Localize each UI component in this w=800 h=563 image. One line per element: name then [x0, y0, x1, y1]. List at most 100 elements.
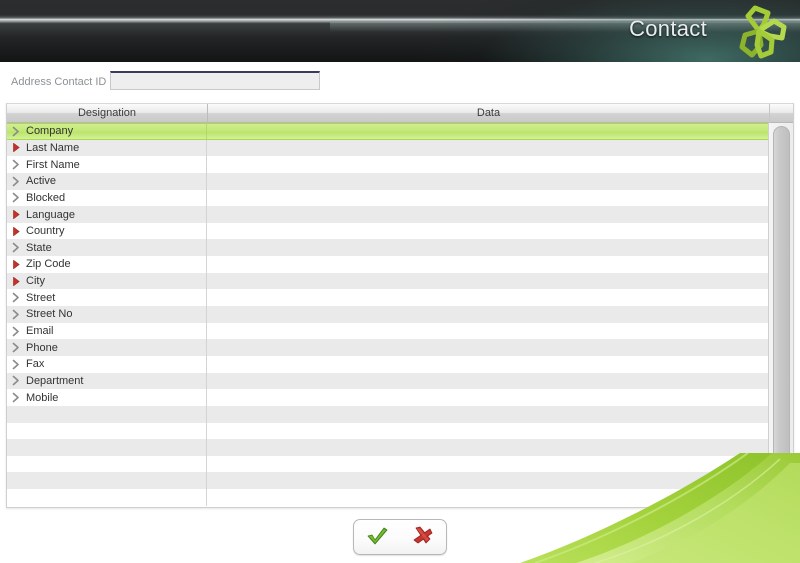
cell-designation[interactable]: First Name [7, 156, 207, 173]
red-triangle-icon [11, 226, 22, 237]
cell-data[interactable] [207, 273, 777, 290]
cell-data[interactable] [207, 156, 777, 173]
table-row[interactable]: Mobile [7, 388, 793, 406]
cell-data[interactable] [207, 223, 777, 240]
grid-vertical-scrollbar[interactable] [768, 123, 793, 506]
cell-designation[interactable]: Country [7, 222, 207, 240]
table-row[interactable]: Blocked [7, 188, 793, 207]
cell-designation[interactable]: Mobile [7, 389, 207, 406]
green-check-icon [365, 526, 389, 549]
cell-data[interactable] [207, 339, 777, 356]
table-row-empty[interactable] [7, 455, 793, 473]
cell-designation[interactable] [7, 439, 207, 456]
cell-designation[interactable]: Phone [7, 339, 207, 356]
cell-data[interactable] [207, 206, 777, 223]
cell-designation[interactable]: Last Name [7, 139, 207, 157]
cell-data[interactable] [207, 439, 777, 456]
cell-data[interactable] [207, 373, 777, 390]
cell-data[interactable] [207, 306, 777, 323]
table-row-empty[interactable] [7, 422, 793, 440]
designation-label: Mobile [26, 391, 59, 404]
cell-designation[interactable]: Department [7, 372, 207, 390]
table-row-empty[interactable] [7, 489, 793, 506]
cell-designation[interactable]: Street No [7, 306, 207, 323]
cell-designation[interactable]: Active [7, 172, 207, 190]
cell-designation[interactable]: State [7, 239, 207, 257]
designation-label: Fax [26, 358, 45, 371]
cell-designation[interactable] [7, 422, 207, 440]
designation-label: City [26, 275, 45, 288]
cell-data[interactable] [207, 389, 777, 406]
cell-designation[interactable] [7, 489, 207, 506]
table-row[interactable]: City [7, 272, 793, 290]
designation-label: Zip Code [26, 258, 71, 271]
cell-data[interactable] [207, 256, 777, 273]
cell-data[interactable] [207, 173, 777, 190]
cell-designation[interactable]: Zip Code [7, 256, 207, 273]
cell-data[interactable] [207, 323, 777, 340]
chevron-right-icon [11, 326, 22, 337]
table-row[interactable]: Street [7, 288, 793, 307]
address-contact-id-label: Address Contact ID [11, 76, 107, 88]
table-row-empty[interactable] [7, 472, 793, 490]
table-row[interactable]: First Name [7, 155, 793, 173]
red-triangle-icon [11, 259, 22, 270]
cell-designation[interactable]: Company [7, 124, 207, 139]
chevron-right-icon [11, 176, 22, 187]
cell-designation[interactable]: Language [7, 206, 207, 223]
address-contact-id-input[interactable] [110, 71, 320, 90]
designation-label: Language [26, 208, 75, 221]
table-row[interactable]: Zip Code [7, 255, 793, 273]
cell-data[interactable] [207, 289, 777, 306]
confirm-button[interactable] [360, 523, 394, 551]
chevron-right-icon [11, 292, 22, 303]
cell-designation[interactable]: Email [7, 322, 207, 340]
chevron-right-icon [11, 192, 22, 203]
table-row[interactable]: Country [7, 222, 793, 240]
table-row[interactable]: Last Name [7, 138, 793, 157]
cell-designation[interactable]: Blocked [7, 189, 207, 207]
cell-designation[interactable] [7, 472, 207, 490]
cell-designation[interactable]: City [7, 272, 207, 290]
cell-data[interactable] [207, 356, 777, 373]
cell-data[interactable] [207, 140, 777, 157]
table-row[interactable]: Fax [7, 355, 793, 373]
cell-designation[interactable]: Fax [7, 355, 207, 373]
table-row[interactable]: Company [7, 123, 793, 140]
cell-data[interactable] [207, 472, 777, 489]
cell-data[interactable] [207, 489, 777, 506]
table-row[interactable]: Email [7, 322, 793, 340]
cell-data[interactable] [207, 456, 777, 473]
designation-label: Street No [26, 308, 73, 321]
scroll-thumb[interactable] [773, 126, 790, 498]
cell-data[interactable] [207, 423, 777, 440]
red-triangle-icon [11, 142, 22, 153]
cell-designation[interactable] [7, 455, 207, 473]
cell-data[interactable] [207, 124, 777, 139]
table-row-empty[interactable] [7, 405, 793, 423]
cell-data[interactable] [207, 406, 777, 423]
grid-body: Company Last Name First Name Active Blocked L… [7, 123, 793, 506]
cancel-button[interactable] [406, 523, 440, 551]
cell-data[interactable] [207, 190, 777, 207]
table-row[interactable]: Active [7, 172, 793, 190]
page-title: Contact [629, 16, 707, 41]
table-row[interactable]: Phone [7, 338, 793, 356]
cell-data[interactable] [207, 239, 777, 256]
cell-designation[interactable] [7, 405, 207, 423]
table-row[interactable]: Department [7, 371, 793, 390]
grid-header-row: Designation Data [7, 103, 793, 123]
column-header-data[interactable]: Data [207, 104, 769, 123]
column-header-designation[interactable]: Designation [7, 104, 207, 123]
table-row[interactable]: Street No [7, 305, 793, 323]
contact-page: Contact Address Contact ID Designation D… [0, 0, 800, 563]
chevron-right-icon [11, 126, 22, 137]
cell-designation[interactable]: Street [7, 289, 207, 307]
table-row[interactable]: State [7, 238, 793, 257]
chevron-right-icon [11, 392, 22, 403]
table-row-empty[interactable] [7, 439, 793, 456]
red-triangle-icon [11, 209, 22, 220]
chevron-right-icon [11, 342, 22, 353]
designation-label: Street [26, 291, 56, 304]
table-row[interactable]: Language [7, 205, 793, 223]
